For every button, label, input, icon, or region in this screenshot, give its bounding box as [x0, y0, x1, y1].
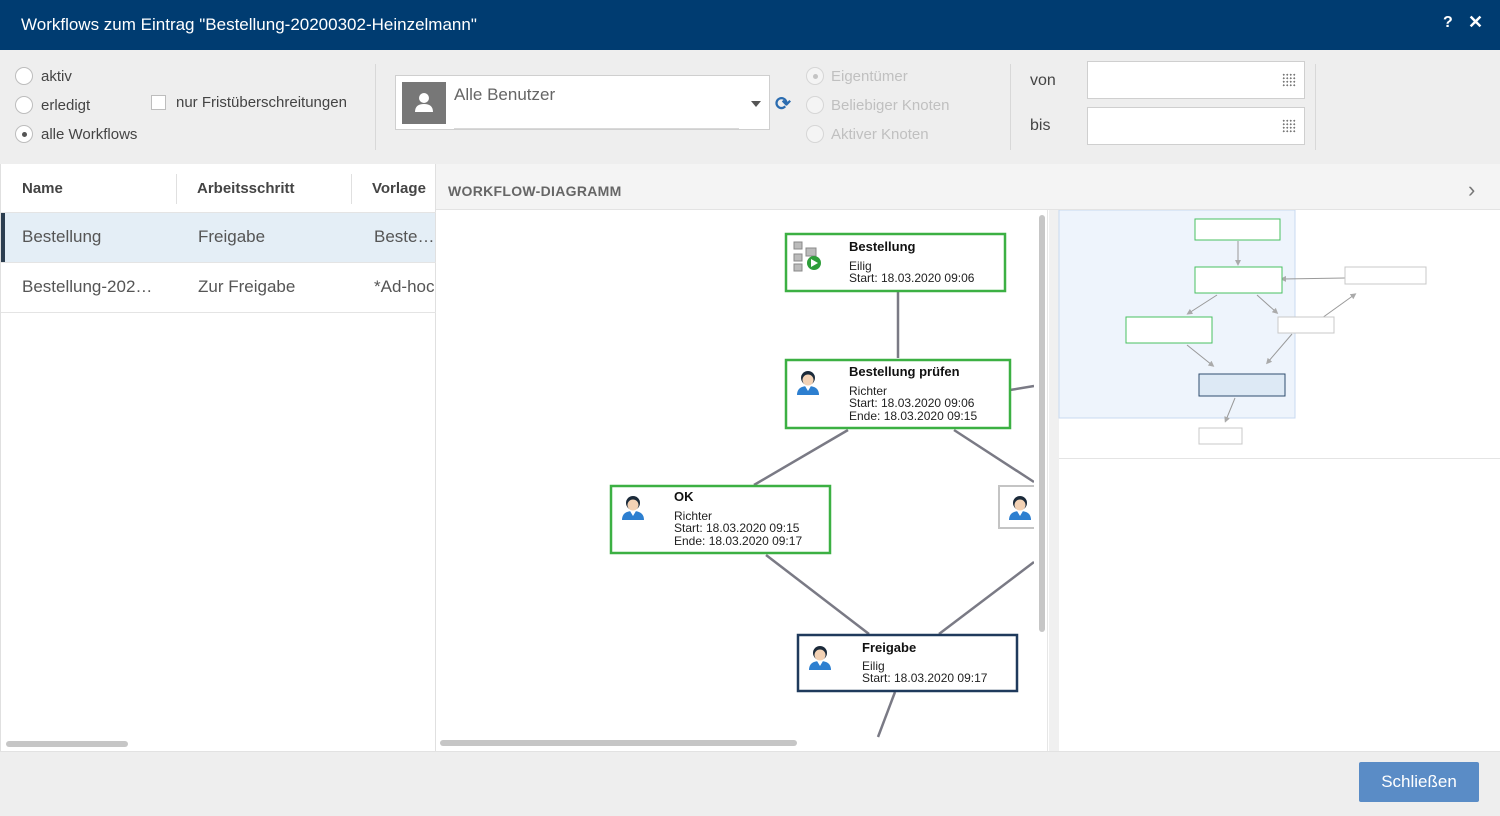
node-title: Freigabe: [862, 640, 916, 655]
cell-name: Bestellung-202…: [22, 277, 153, 296]
cell-step: Zur Freigabe: [198, 277, 296, 296]
divider: [1010, 64, 1011, 150]
col-header-step[interactable]: Arbeitsschritt: [197, 180, 295, 197]
diagram-vertical-scrollbar[interactable]: [1039, 215, 1045, 632]
table-horizontal-scrollbar[interactable]: [6, 741, 128, 747]
calendar-icon[interactable]: [1282, 119, 1296, 133]
user-select[interactable]: Alle Benutzer: [395, 75, 770, 130]
diagram-overview-minimap[interactable]: [1058, 210, 1500, 459]
radio-done[interactable]: [15, 96, 33, 114]
node-line: Start: 18.03.2020 09:15: [674, 521, 800, 535]
title-bar: Workflows zum Eintrag "Bestellung-202003…: [0, 0, 1500, 50]
diagram-node[interactable]: Bestellung prüfen Richter Start: 18.03.2…: [784, 358, 1012, 430]
select-underline: [454, 128, 739, 129]
window-title: Workflows zum Eintrag "Bestellung-202003…: [21, 15, 477, 34]
overdue-checkbox[interactable]: [151, 95, 166, 110]
table-row[interactable]: Bestellung-202… Zur Freigabe *Ad-hoc: [1, 263, 435, 313]
radio-any-node[interactable]: [806, 96, 824, 114]
to-date-input[interactable]: [1087, 107, 1305, 145]
divider: [1315, 64, 1316, 150]
col-header-template[interactable]: Vorlage: [372, 180, 426, 197]
divider: [375, 64, 376, 150]
from-label: von: [1030, 72, 1056, 89]
user-avatar-icon: [402, 82, 446, 124]
cell-template: *Ad-hoc: [374, 277, 435, 296]
col-header-name[interactable]: Name: [22, 180, 63, 197]
cell-step: Freigabe: [198, 227, 266, 246]
diagram-node-active[interactable]: Freigabe Eilig Start: 18.03.2020 09:17: [796, 633, 1019, 693]
filter-bar: aktiv erledigt alle Workflows nur Fristü…: [0, 50, 1500, 164]
user-select-value: Alle Benutzer: [454, 85, 556, 104]
radio-active-label: aktiv: [41, 68, 72, 85]
diagram-edge: [765, 554, 870, 635]
diagram-edge: [1009, 384, 1035, 392]
close-icon[interactable]: ✕: [1468, 12, 1483, 33]
radio-any-node-label: Beliebiger Knoten: [831, 97, 950, 114]
close-button[interactable]: Schließen: [1359, 762, 1479, 802]
workflow-table: Name Arbeitsschritt Vorlage Bestellung F…: [0, 164, 437, 751]
chevron-right-icon[interactable]: ›: [1468, 177, 1475, 203]
radio-active-node-label: Aktiver Knoten: [831, 126, 929, 143]
radio-done-label: erledigt: [41, 97, 91, 114]
refresh-icon[interactable]: ⟳: [775, 93, 791, 116]
node-title: OK: [674, 489, 694, 504]
cell-template: Bestel…: [374, 227, 435, 246]
node-line: Start: 18.03.2020 09:17: [862, 671, 988, 685]
chevron-down-icon[interactable]: [751, 101, 761, 107]
node-line: Start: 18.03.2020 09:06: [849, 271, 975, 285]
diagram-node[interactable]: OK Richter Start: 18.03.2020 09:15 Ende:…: [609, 484, 832, 555]
col-divider[interactable]: [351, 174, 352, 204]
diagram-edge: [953, 428, 1035, 484]
calendar-icon[interactable]: [1282, 73, 1296, 87]
radio-active-node[interactable]: [806, 125, 824, 143]
diagram-edge: [938, 561, 1035, 635]
diagram-title: WORKFLOW-DIAGRAMM: [448, 183, 622, 199]
diagram-edge: [753, 428, 849, 487]
radio-all-label: alle Workflows: [41, 126, 138, 143]
table-row[interactable]: Bestellung Freigabe Bestel…: [1, 213, 435, 263]
diagram-node-start[interactable]: Bestellung Eilig Start: 18.03.2020 09:06: [784, 232, 1007, 293]
col-divider[interactable]: [176, 174, 177, 204]
diagram-node[interactable]: [998, 485, 1040, 529]
radio-owner[interactable]: [806, 67, 824, 85]
node-line: Ende: 18.03.2020 09:15: [849, 409, 977, 423]
diagram-horizontal-scrollbar[interactable]: [440, 740, 797, 746]
from-date-input[interactable]: [1087, 61, 1305, 99]
node-line: Ende: 18.03.2020 09:17: [674, 534, 802, 548]
diagram-header: WORKFLOW-DIAGRAMM ›: [436, 164, 1500, 210]
cell-name: Bestellung: [22, 227, 102, 246]
workflow-diagram-panel: WORKFLOW-DIAGRAMM › Bestellung Eilig Sta…: [436, 164, 1500, 751]
diagram-edge: [876, 691, 897, 738]
radio-owner-label: Eigentümer: [831, 68, 908, 85]
help-icon[interactable]: ?: [1443, 14, 1453, 32]
node-title: Bestellung prüfen: [849, 364, 960, 379]
overdue-label: nur Fristüberschreitungen: [176, 94, 347, 111]
dialog-footer: Schließen: [0, 751, 1500, 816]
radio-all-workflows[interactable]: [15, 125, 33, 143]
row-divider: [1, 312, 437, 313]
node-line: Start: 18.03.2020 09:06: [849, 396, 975, 410]
workflow-diagram[interactable]: Bestellung Eilig Start: 18.03.2020 09:06…: [436, 210, 1500, 751]
radio-active[interactable]: [15, 67, 33, 85]
to-label: bis: [1030, 117, 1051, 134]
node-title: Bestellung: [849, 239, 916, 254]
